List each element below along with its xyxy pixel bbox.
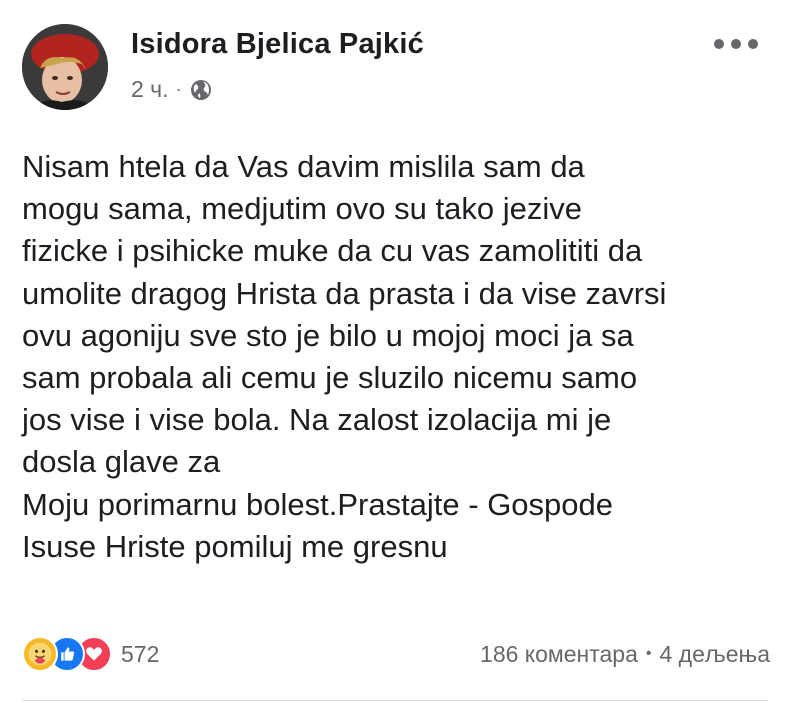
post-text-line: ovu agoniju sve sto je bilo u mojoj moci… (22, 317, 634, 353)
more-dot (714, 39, 724, 49)
care-reaction-icon (22, 636, 58, 672)
avatar[interactable] (22, 24, 108, 110)
post-stats: 186 коментара • 4 дељења (480, 634, 770, 674)
post-text-line: jos vise i vise bola. Na zalost izolacij… (22, 402, 612, 438)
more-dot (731, 39, 741, 49)
post-text-line: Moju porimarnu bolest.Prastajte - Gospod… (22, 486, 614, 522)
reaction-count: 572 (121, 640, 160, 667)
post-text-line: sam probala ali cemu je sluzilo nicemu s… (22, 360, 638, 396)
avatar-image (22, 24, 108, 110)
post-footer: 572 186 коментара • 4 дељења (22, 634, 770, 674)
more-dot (748, 39, 758, 49)
footer-divider (22, 700, 768, 701)
post-text-line: umolite dragog Hrista da prasta i da vis… (22, 275, 667, 311)
post-time[interactable]: 2 ч. (131, 76, 169, 103)
globe-icon[interactable] (189, 78, 213, 102)
post-text-line: fizicke i psihicke muke da cu vas zamoli… (22, 233, 643, 269)
post-text-line: Isuse Hriste pomiluj me gresnu (22, 528, 448, 564)
comments-count-link[interactable]: 186 коментара (480, 641, 638, 668)
post-header: Isidora Bjelica Pajkić 2 ч. · (20, 22, 770, 114)
post-meta: 2 ч. · (131, 76, 213, 103)
post-text-line: dosla glave za (22, 444, 221, 480)
author-name[interactable]: Isidora Bjelica Pajkić (131, 28, 424, 61)
post-text-line: mogu sama, medjutim ovo su tako jezive (22, 191, 582, 227)
reactions-summary[interactable]: 572 (22, 634, 159, 674)
meta-separator: · (175, 79, 182, 99)
stats-separator: • (645, 645, 652, 662)
shares-count-link[interactable]: 4 дељења (659, 641, 770, 668)
post-text-line: Nisam htela da Vas davim mislila sam da (22, 149, 585, 184)
post-text: Nisam htela da Vas davim mislila sam da … (22, 146, 772, 568)
more-options-icon[interactable] (714, 34, 758, 54)
